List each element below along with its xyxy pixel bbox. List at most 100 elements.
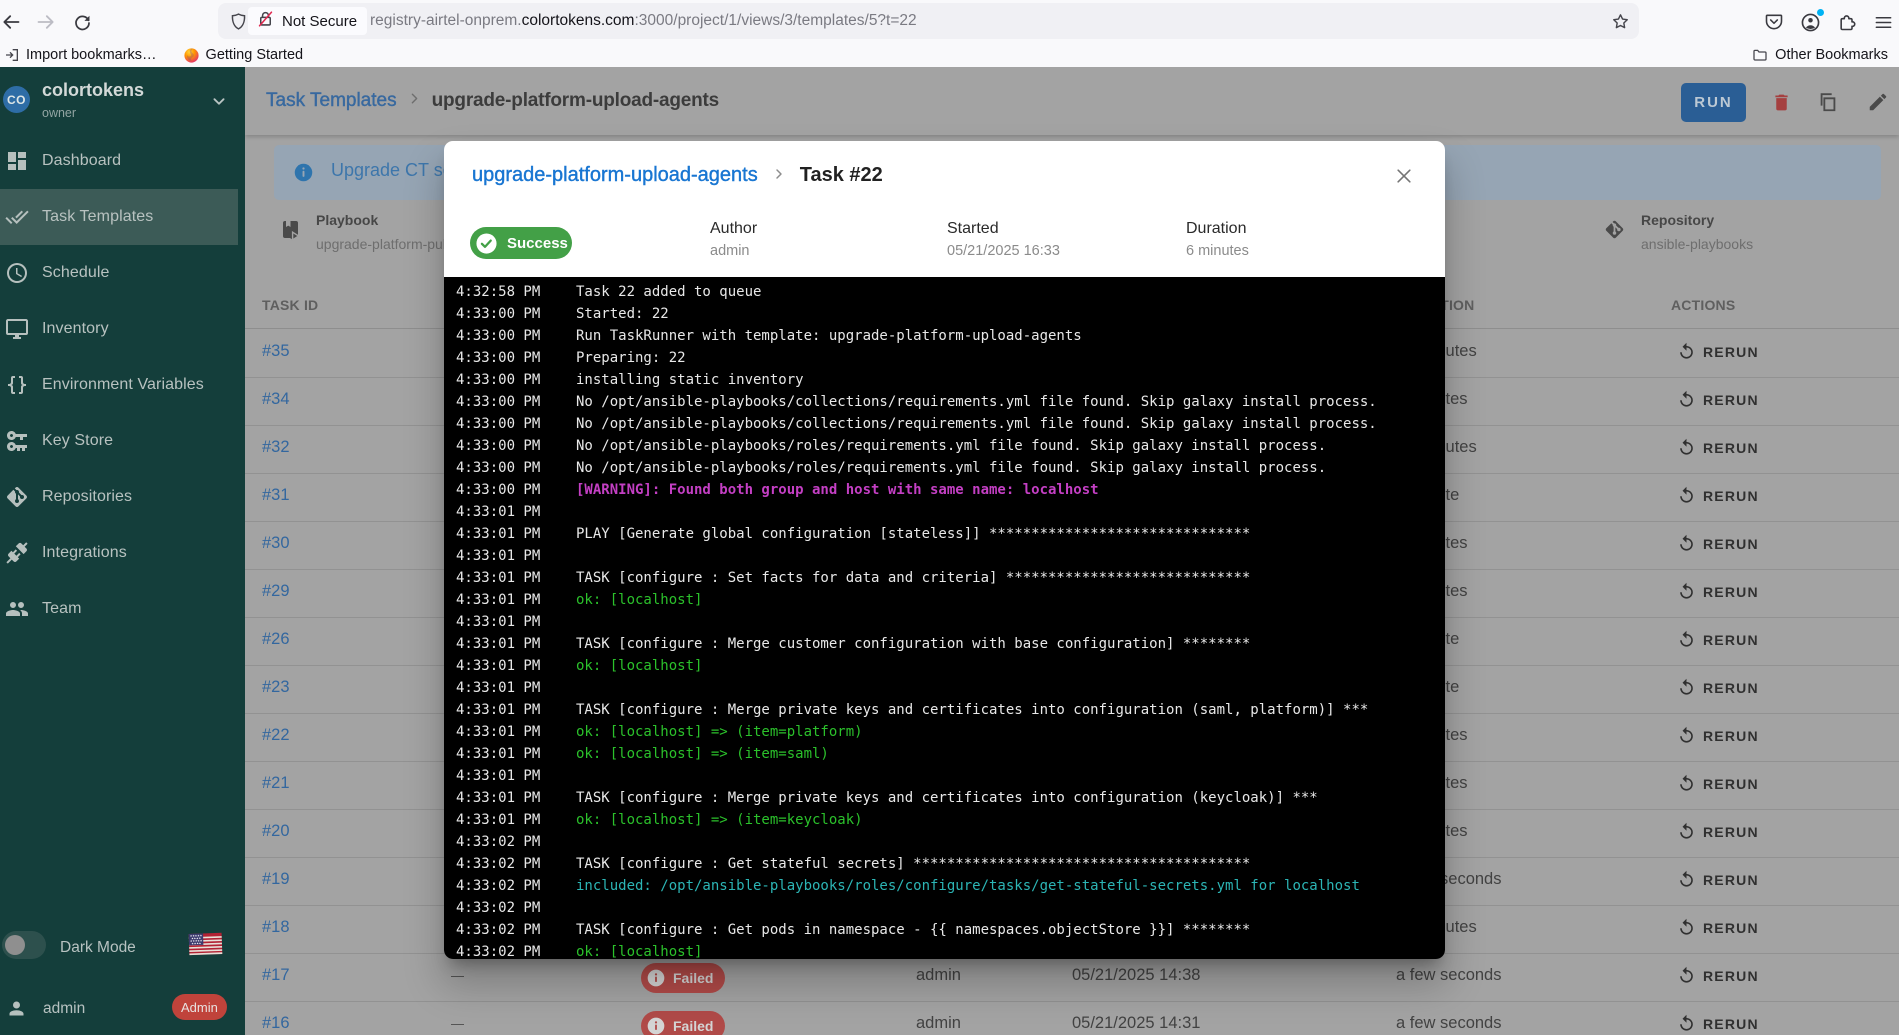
sidebar-item-schedule[interactable]: Schedule	[0, 245, 238, 301]
sidebar-item-label: Environment Variables	[42, 376, 204, 394]
duration-cell: a few seconds	[1396, 1014, 1501, 1033]
task-id-link[interactable]: #19	[262, 870, 290, 889]
task-log-output[interactable]: 4:32:58 PMTask 22 added to queue4:33:00 …	[444, 277, 1445, 959]
extensions-icon[interactable]	[1832, 7, 1862, 37]
copy-icon[interactable]	[1814, 88, 1842, 116]
rerun-button[interactable]: RERUN	[1677, 726, 1759, 745]
info-icon	[293, 162, 314, 183]
url-bar[interactable]: Not Secure registry-airtel-onprem.colort…	[218, 3, 1639, 39]
started-label: Started	[947, 220, 1060, 238]
rerun-button[interactable]: RERUN	[1677, 390, 1759, 409]
task-id-link[interactable]: #21	[262, 774, 290, 793]
start-cell: 05/21/2025 14:38	[1072, 966, 1200, 985]
log-timestamp: 4:33:01 PM	[456, 721, 540, 743]
other-bookmarks[interactable]: Other Bookmarks	[1752, 47, 1888, 63]
task-id-link[interactable]: #22	[262, 726, 290, 745]
bookmark-getting-started[interactable]: Getting Started	[183, 47, 304, 64]
task-id-link[interactable]: #20	[262, 822, 290, 841]
log-timestamp: 4:33:01 PM	[456, 589, 540, 611]
rerun-button[interactable]: RERUN	[1677, 534, 1759, 553]
delete-icon[interactable]	[1767, 88, 1795, 116]
close-icon[interactable]	[1394, 166, 1414, 186]
user-cell: admin	[916, 1014, 961, 1033]
rerun-button[interactable]: RERUN	[1677, 582, 1759, 601]
log-timestamp: 4:33:01 PM	[456, 523, 540, 545]
task-id-link[interactable]: #34	[262, 390, 290, 409]
sidebar-item-label: Schedule	[42, 264, 110, 282]
sidebar-item-key-store[interactable]: Key Store	[0, 413, 238, 469]
monitor-icon	[5, 317, 29, 341]
commit-cell: —	[451, 968, 464, 983]
rerun-button[interactable]: RERUN	[1677, 918, 1759, 937]
rerun-label: RERUN	[1703, 344, 1759, 360]
browser-chrome: Not Secure registry-airtel-onprem.colort…	[0, 0, 1899, 67]
dialog-template-link[interactable]: upgrade-platform-upload-agents	[472, 164, 758, 187]
rerun-button[interactable]: RERUN	[1677, 822, 1759, 841]
clock-outline-icon	[5, 261, 29, 285]
task-id-link[interactable]: #18	[262, 918, 290, 937]
log-message: TASK [configure : Merge private keys and…	[576, 699, 1368, 721]
org-switcher[interactable]: CO colortokens owner	[0, 80, 245, 133]
pocket-icon[interactable]	[1759, 7, 1789, 37]
bookmark-import[interactable]: Import bookmarks…	[4, 47, 157, 63]
rerun-label: RERUN	[1703, 824, 1759, 840]
menu-hamburger-icon[interactable]	[1868, 7, 1898, 37]
rerun-label: RERUN	[1703, 440, 1759, 456]
run-button[interactable]: RUN	[1681, 83, 1746, 122]
edit-pencil-icon[interactable]	[1864, 88, 1892, 116]
dialog-title: upgrade-platform-upload-agents Task #22	[472, 163, 883, 188]
task-id-link[interactable]: #35	[262, 342, 290, 361]
task-id-link[interactable]: #16	[262, 1014, 290, 1033]
sidebar-item-inventory[interactable]: Inventory	[0, 301, 238, 357]
sidebar-item-repositories[interactable]: Repositories	[0, 469, 238, 525]
insecure-lock-icon	[256, 9, 275, 34]
task-id-link[interactable]: #17	[262, 966, 290, 985]
forward-icon[interactable]	[31, 7, 61, 37]
sidebar-item-label: Team	[42, 600, 82, 618]
sidebar-item-integrations[interactable]: Integrations	[0, 525, 238, 581]
reload-icon[interactable]	[67, 7, 97, 37]
task-id-link[interactable]: #26	[262, 630, 290, 649]
site-identity-chip[interactable]: Not Secure	[248, 7, 367, 35]
task-id-link[interactable]: #30	[262, 534, 290, 553]
rerun-button[interactable]: RERUN	[1677, 342, 1759, 361]
log-message: ok: [localhost]	[576, 655, 702, 677]
task-id-link[interactable]: #32	[262, 438, 290, 457]
user-row[interactable]: admin Admin	[0, 992, 245, 1028]
status-badge: Success	[470, 227, 572, 259]
breadcrumb-task-templates-link[interactable]: Task Templates	[266, 90, 397, 112]
account-icon[interactable]	[1795, 7, 1825, 37]
playbook-value: upgrade-platform-publ	[316, 236, 454, 252]
log-line: 4:33:01 PM	[444, 545, 1445, 567]
log-timestamp: 4:32:58 PM	[456, 281, 540, 303]
rerun-button[interactable]: RERUN	[1677, 486, 1759, 505]
log-message: Preparing: 22	[576, 347, 686, 369]
task-id-link[interactable]: #23	[262, 678, 290, 697]
task-id-link[interactable]: #31	[262, 486, 290, 505]
duration-cell: a few seconds	[1396, 966, 1501, 985]
bookmark-star-icon[interactable]	[1605, 6, 1635, 36]
breadcrumb-chevron-icon	[406, 88, 423, 113]
rerun-button[interactable]: RERUN	[1677, 678, 1759, 697]
task-row-17: #17—Failedadmin05/21/2025 14:38a few sec…	[245, 954, 1899, 1002]
task-id-link[interactable]: #29	[262, 582, 290, 601]
playbook-label: Playbook	[316, 212, 378, 228]
sidebar-item-team[interactable]: Team	[0, 581, 238, 637]
sidebar-item-environment-variables[interactable]: Environment Variables	[0, 357, 238, 413]
back-icon[interactable]	[0, 7, 26, 37]
us-flag-icon[interactable]: ★★★★★★★★★★★★★★★★★★	[188, 930, 223, 963]
sidebar-item-task-templates[interactable]: Task Templates	[0, 189, 238, 245]
status-text: Failed	[673, 970, 713, 986]
rerun-button[interactable]: RERUN	[1677, 774, 1759, 793]
sidebar-item-dashboard[interactable]: Dashboard	[0, 133, 238, 189]
rerun-button[interactable]: RERUN	[1677, 870, 1759, 889]
replay-icon	[1677, 390, 1696, 409]
log-line: 4:33:02 PM	[444, 831, 1445, 853]
rerun-button[interactable]: RERUN	[1677, 1014, 1759, 1033]
rerun-button[interactable]: RERUN	[1677, 966, 1759, 985]
rerun-button[interactable]: RERUN	[1677, 438, 1759, 457]
rerun-button[interactable]: RERUN	[1677, 630, 1759, 649]
dark-mode-toggle[interactable]	[2, 931, 46, 959]
log-timestamp: 4:33:02 PM	[456, 853, 540, 875]
screen: Not Secure registry-airtel-onprem.colort…	[0, 0, 1899, 1035]
